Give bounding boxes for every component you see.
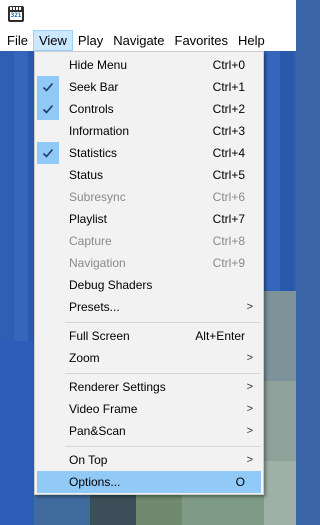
check-slot: [37, 252, 59, 274]
menu-item-debug-shaders[interactable]: Debug Shaders: [37, 274, 261, 296]
menu-item-shortcut: Ctrl+6: [212, 190, 245, 204]
menu-item-shortcut: Ctrl+1: [212, 80, 245, 94]
menu-favorites[interactable]: Favorites: [170, 30, 233, 51]
menu-item-label: Options...: [69, 475, 121, 489]
check-slot: [37, 208, 59, 230]
check-slot: [37, 471, 59, 493]
check-slot: [37, 420, 59, 442]
video-patch: [264, 461, 296, 525]
video-patch: [0, 341, 34, 525]
video-patch: [136, 495, 182, 525]
check-slot: [37, 449, 59, 471]
check-slot: [37, 325, 59, 347]
menu-item-seek-bar[interactable]: Seek Bar Ctrl+1: [37, 76, 261, 98]
menu-item-label: Hide Menu: [69, 58, 128, 72]
title-bar: 321: [0, 0, 296, 30]
submenu-arrow-icon: >: [246, 403, 253, 415]
video-patch: [264, 381, 296, 461]
menu-item-pan-scan[interactable]: Pan&Scan >: [37, 420, 261, 442]
checkmark-icon: [37, 142, 59, 164]
menu-item-navigation: Navigation Ctrl+9: [37, 252, 261, 274]
menu-item-full-screen[interactable]: Full Screen Alt+Enter: [37, 325, 261, 347]
check-slot: [37, 186, 59, 208]
menu-item-hide-menu[interactable]: Hide Menu Ctrl+0: [37, 54, 261, 76]
menu-item-shortcut: Ctrl+4: [212, 146, 245, 160]
menu-item-shortcut: Ctrl+7: [212, 212, 245, 226]
menu-item-label: On Top: [69, 453, 108, 467]
menu-item-presets[interactable]: Presets... >: [37, 296, 261, 318]
video-patch: [264, 291, 296, 381]
video-patch: [182, 495, 264, 525]
menu-item-label: Seek Bar: [69, 80, 119, 94]
app-icon-label: 321: [10, 12, 22, 20]
menu-item-statistics[interactable]: Statistics Ctrl+4: [37, 142, 261, 164]
submenu-arrow-icon: >: [246, 352, 253, 364]
check-slot: [37, 54, 59, 76]
menu-item-capture: Capture Ctrl+8: [37, 230, 261, 252]
check-slot: [37, 347, 59, 369]
menu-item-label: Zoom: [69, 351, 100, 365]
menu-item-renderer-settings[interactable]: Renderer Settings >: [37, 376, 261, 398]
check-slot: [37, 296, 59, 318]
submenu-arrow-icon: >: [246, 301, 253, 313]
menu-item-shortcut: Ctrl+8: [212, 234, 245, 248]
checkmark-icon: [37, 98, 59, 120]
video-patch: [90, 495, 136, 525]
menu-item-label: Information: [69, 124, 130, 138]
menu-item-label: Status: [69, 168, 104, 182]
menu-item-label: Statistics: [69, 146, 118, 160]
menu-item-on-top[interactable]: On Top >: [37, 449, 261, 471]
menu-item-video-frame[interactable]: Video Frame >: [37, 398, 261, 420]
menu-item-shortcut: Ctrl+0: [212, 58, 245, 72]
submenu-arrow-icon: >: [246, 454, 253, 466]
check-slot: [37, 164, 59, 186]
menu-play[interactable]: Play: [73, 30, 108, 51]
check-slot: [37, 120, 59, 142]
menu-item-zoom[interactable]: Zoom >: [37, 347, 261, 369]
menu-item-label: Video Frame: [69, 402, 138, 416]
menu-item-label: Navigation: [69, 256, 126, 270]
app-icon[interactable]: 321: [8, 6, 24, 22]
menu-item-shortcut: Ctrl+9: [212, 256, 245, 270]
menu-file[interactable]: File: [0, 30, 33, 51]
menu-item-subresync: Subresync Ctrl+6: [37, 186, 261, 208]
menu-item-information[interactable]: Information Ctrl+3: [37, 120, 261, 142]
menu-item-label: Controls: [69, 102, 114, 116]
menu-item-controls[interactable]: Controls Ctrl+2: [37, 98, 261, 120]
menu-item-label: Capture: [69, 234, 112, 248]
menu-item-shortcut: O: [235, 475, 245, 489]
menu-item-label: Renderer Settings: [69, 380, 166, 394]
check-slot: [37, 274, 59, 296]
check-slot: [37, 376, 59, 398]
menu-item-shortcut: Ctrl+5: [212, 168, 245, 182]
menu-item-options[interactable]: Options... O: [37, 471, 261, 493]
menu-item-shortcut: Alt+Enter: [195, 329, 245, 343]
menu-item-playlist[interactable]: Playlist Ctrl+7: [37, 208, 261, 230]
menu-bar: File View Play Navigate Favorites Help: [0, 30, 296, 51]
view-menu-dropdown: Hide Menu Ctrl+0 Seek Bar Ctrl+1 Control…: [34, 51, 264, 495]
submenu-arrow-icon: >: [246, 425, 253, 437]
menu-item-status[interactable]: Status Ctrl+5: [37, 164, 261, 186]
menu-separator: [65, 322, 261, 323]
menu-separator: [65, 446, 261, 447]
menu-view[interactable]: View: [32, 30, 73, 51]
menu-item-label: Full Screen: [69, 329, 130, 343]
menu-item-label: Playlist: [69, 212, 108, 226]
menu-item-shortcut: Ctrl+3: [212, 124, 245, 138]
submenu-arrow-icon: >: [246, 381, 253, 393]
check-slot: [37, 230, 59, 252]
menu-item-label: Pan&Scan: [69, 424, 126, 438]
menu-item-label: Presets...: [69, 300, 120, 314]
video-patch: [34, 495, 90, 525]
menu-navigate[interactable]: Navigate: [108, 30, 169, 51]
menu-item-shortcut: Ctrl+2: [212, 102, 245, 116]
menu-help[interactable]: Help: [233, 30, 270, 51]
check-slot: [37, 398, 59, 420]
menu-item-label: Subresync: [69, 190, 126, 204]
menu-separator: [65, 373, 261, 374]
checkmark-icon: [37, 76, 59, 98]
menu-item-label: Debug Shaders: [69, 278, 153, 292]
